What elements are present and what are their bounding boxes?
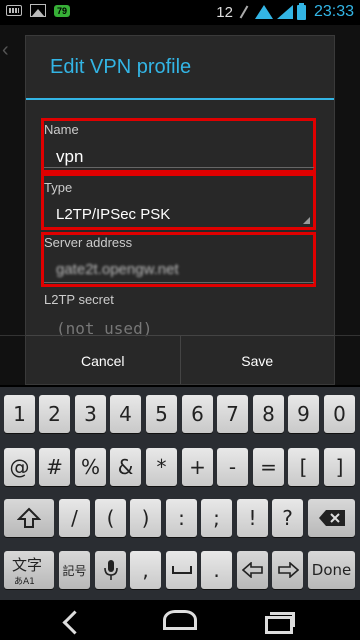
recent-apps-icon[interactable]	[265, 612, 295, 634]
name-label: Name	[44, 122, 79, 137]
key-hash[interactable]: #	[39, 448, 70, 486]
cursor-left-key[interactable]	[237, 551, 268, 589]
key-equals[interactable]: =	[253, 448, 284, 486]
key-semicolon[interactable]: ;	[201, 499, 232, 537]
key-9[interactable]: 9	[288, 395, 319, 433]
microphone-icon	[103, 560, 118, 580]
key-7[interactable]: 7	[217, 395, 248, 433]
shift-key[interactable]	[4, 499, 54, 537]
name-input[interactable]: vpn	[56, 147, 83, 167]
arrow-left-icon	[241, 562, 263, 578]
done-key[interactable]: Done	[308, 551, 355, 589]
cancel-button[interactable]: Cancel	[26, 336, 180, 384]
key-percent[interactable]: %	[75, 448, 106, 486]
key-period[interactable]: .	[201, 551, 232, 589]
input-mode-key[interactable]: 文字 あA1	[4, 551, 54, 589]
status-bar: 79 12 23:33	[0, 0, 360, 25]
mute-icon	[237, 5, 251, 19]
input-mode-main: 文字	[12, 556, 43, 574]
key-plus[interactable]: +	[182, 448, 213, 486]
soft-keyboard: 1 2 3 4 5 6 7 8 9 0 @ # % & * + - = [ ] …	[0, 387, 360, 600]
key-6[interactable]: 6	[182, 395, 213, 433]
back-icon[interactable]	[66, 612, 96, 628]
key-ampersand[interactable]: &	[110, 448, 141, 486]
image-notification-icon	[30, 4, 46, 17]
backspace-icon	[318, 510, 345, 526]
key-question[interactable]: ?	[272, 499, 303, 537]
keyboard-notification-icon	[6, 5, 22, 16]
wifi-icon	[254, 5, 273, 19]
l2tp-secret-label: L2TP secret	[44, 292, 114, 307]
key-3[interactable]: 3	[75, 395, 106, 433]
key-asterisk[interactable]: *	[146, 448, 177, 486]
dialog-button-bar: Cancel Save	[26, 335, 335, 384]
cursor-right-key[interactable]	[272, 551, 303, 589]
battery-badge-icon: 79	[54, 4, 71, 17]
save-button[interactable]: Save	[179, 336, 335, 384]
home-icon[interactable]	[163, 610, 197, 630]
edit-vpn-dialog: Edit VPN profile Name vpn Type L2TP/IPSe…	[25, 35, 335, 385]
key-4[interactable]: 4	[110, 395, 141, 433]
name-underline	[44, 167, 314, 168]
key-at[interactable]: @	[4, 448, 35, 486]
key-0[interactable]: 0	[324, 395, 355, 433]
type-select[interactable]: L2TP/IPSec PSK	[56, 206, 170, 223]
key-right-paren[interactable]: )	[130, 499, 161, 537]
input-mode-sub: あA1	[14, 577, 35, 587]
key-left-paren[interactable]: (	[95, 499, 126, 537]
key-right-bracket[interactable]: ]	[324, 448, 355, 486]
key-exclamation[interactable]: !	[237, 499, 268, 537]
key-comma[interactable]: ,	[130, 551, 161, 589]
dropdown-arrow-icon	[303, 217, 310, 224]
arrow-right-icon	[277, 562, 299, 578]
title-divider	[26, 98, 334, 100]
symbols-key[interactable]: 記号	[59, 551, 90, 589]
notification-count: 12	[216, 3, 233, 21]
key-colon[interactable]: :	[166, 499, 197, 537]
key-minus[interactable]: -	[217, 448, 248, 486]
key-5[interactable]: 5	[146, 395, 177, 433]
clock: 23:33	[313, 3, 354, 20]
space-icon	[171, 566, 192, 574]
signal-icon	[276, 5, 293, 19]
server-input[interactable]: gate2t.opengw.net	[56, 261, 179, 278]
space-key[interactable]	[166, 551, 197, 589]
key-1[interactable]: 1	[4, 395, 35, 433]
type-label: Type	[44, 180, 73, 195]
key-8[interactable]: 8	[253, 395, 284, 433]
battery-icon	[296, 2, 306, 20]
delete-key[interactable]	[308, 499, 355, 537]
shift-icon	[17, 507, 41, 528]
navigation-bar	[0, 600, 360, 640]
dialog-title: Edit VPN profile	[50, 56, 192, 78]
key-slash[interactable]: /	[59, 499, 90, 537]
server-label: Server address	[44, 235, 133, 250]
key-2[interactable]: 2	[39, 395, 70, 433]
server-underline	[44, 282, 314, 283]
mic-key[interactable]	[95, 551, 126, 589]
key-left-bracket[interactable]: [	[288, 448, 319, 486]
